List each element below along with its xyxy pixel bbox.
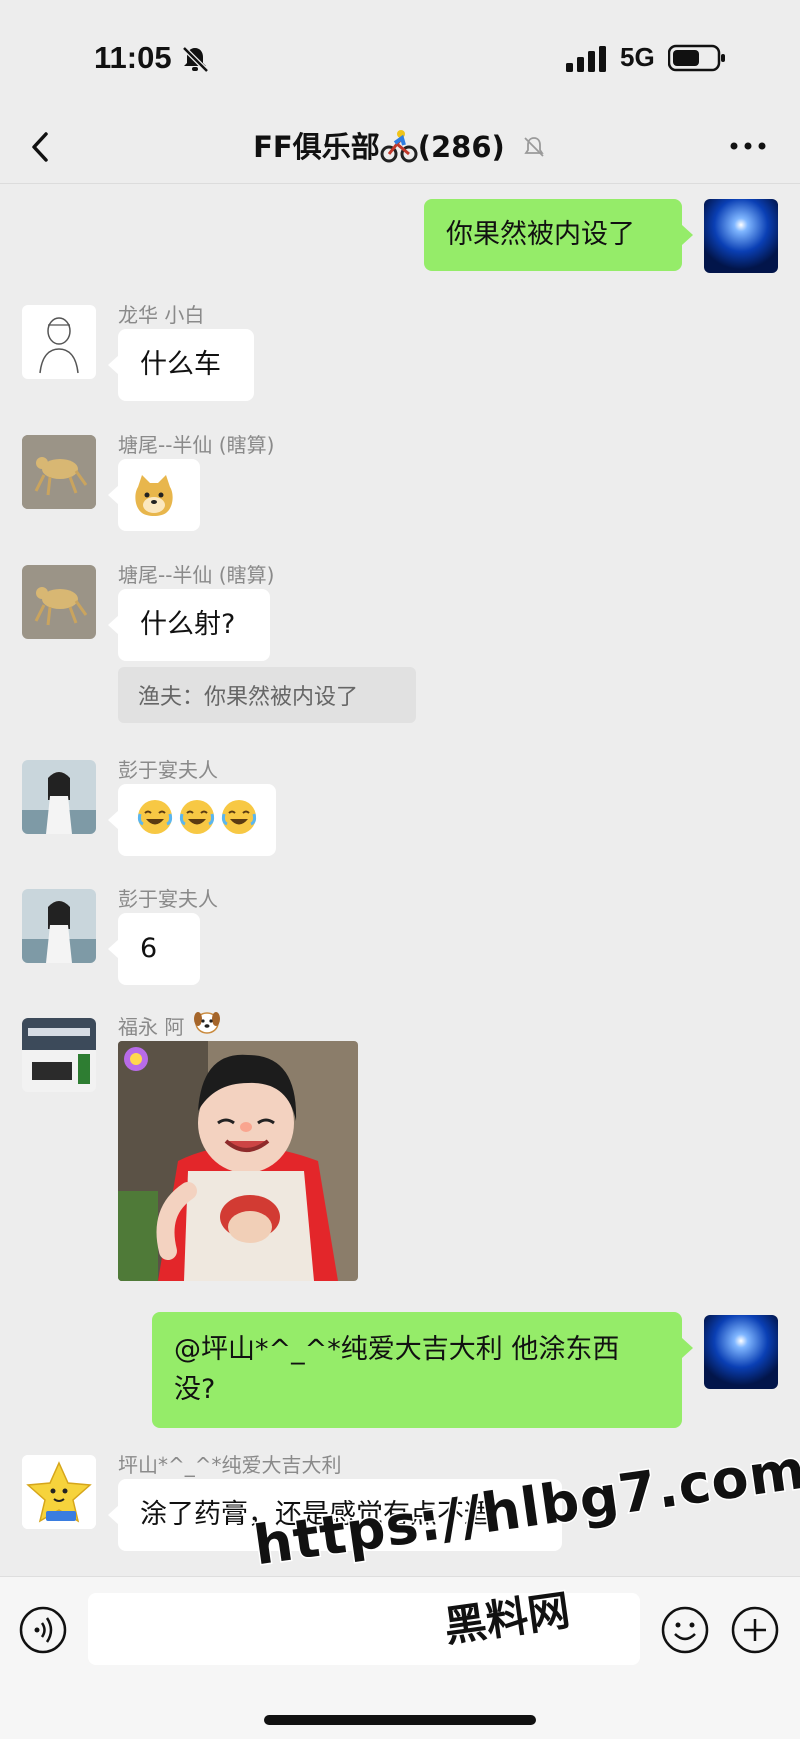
message-bubble[interactable]: 什么车 bbox=[108, 329, 254, 401]
message-text: 什么射? bbox=[140, 609, 236, 640]
sender-name: 坪山*^_^*纯爱大吉大利 bbox=[118, 1453, 342, 1477]
avatar-tangwei[interactable] bbox=[22, 435, 96, 509]
sticker-badge-icon bbox=[124, 1047, 148, 1071]
message-bubble[interactable]: 6 bbox=[108, 913, 200, 985]
voice-icon[interactable] bbox=[18, 1605, 68, 1655]
dog-emoji-icon bbox=[194, 1012, 220, 1034]
message-bubble[interactable] bbox=[108, 459, 200, 531]
quoted-text: 渔夫：你果然被内设了 bbox=[138, 685, 359, 710]
message-text-line: @坪山*^_^*纯爱大吉大利 他涂东西 bbox=[174, 1334, 620, 1365]
emoji-row bbox=[136, 798, 258, 836]
sender-name: 塘尾--半仙 (瞎算) bbox=[118, 563, 275, 587]
group-name: FF俱乐部 bbox=[253, 130, 380, 164]
chat-header: FF俱乐部 (286) bbox=[0, 110, 800, 184]
message-text: 6 bbox=[140, 933, 158, 964]
doge-emoji-icon bbox=[135, 475, 173, 516]
avatar-tangwei[interactable] bbox=[22, 565, 96, 639]
photo-message[interactable] bbox=[118, 1041, 358, 1281]
message-text: 什么车 bbox=[140, 349, 221, 380]
emoji-icon[interactable] bbox=[660, 1605, 710, 1655]
message-bubble[interactable]: 你果然被内设了 bbox=[424, 199, 693, 271]
group-member-count: (286) bbox=[417, 130, 505, 164]
avatar-pengyuyan[interactable] bbox=[22, 760, 96, 834]
sender-name: 彭于宴夫人 bbox=[118, 887, 218, 911]
status-bar: 11:05 5G bbox=[0, 0, 800, 110]
my-avatar[interactable] bbox=[704, 1315, 778, 1389]
my-avatar[interactable] bbox=[704, 199, 778, 273]
laughing-emoji-icon bbox=[221, 800, 257, 834]
message-bubble[interactable] bbox=[108, 784, 276, 856]
laughing-emoji-icon bbox=[137, 800, 173, 834]
message-text-line: 没? bbox=[174, 1374, 216, 1405]
muted-bell-icon bbox=[524, 137, 544, 157]
group-title: FF俱乐部 (286) bbox=[0, 124, 800, 166]
laughing-emoji-icon bbox=[179, 800, 215, 834]
avatar-pingshan[interactable] bbox=[22, 1455, 96, 1529]
quoted-message[interactable]: 渔夫：你果然被内设了 bbox=[118, 667, 416, 723]
sender-name: 福永 阿 bbox=[118, 1015, 185, 1039]
battery-icon bbox=[668, 44, 725, 72]
status-time: 11:05 bbox=[94, 40, 172, 75]
message-text: 你果然被内设了 bbox=[446, 219, 635, 250]
plus-icon[interactable] bbox=[730, 1605, 780, 1655]
sender-name: 彭于宴夫人 bbox=[118, 758, 218, 782]
bell-off-icon bbox=[182, 46, 209, 73]
avatar-pengyuyan[interactable] bbox=[22, 889, 96, 963]
sender-name: 塘尾--半仙 (瞎算) bbox=[118, 433, 275, 457]
network-type: 5G bbox=[620, 42, 655, 72]
message-bubble[interactable]: 什么射? bbox=[108, 589, 270, 661]
avatar-longhua[interactable] bbox=[22, 305, 96, 379]
home-indicator bbox=[264, 1715, 536, 1725]
signal-icon bbox=[566, 46, 606, 72]
avatar-fuyong[interactable] bbox=[22, 1018, 96, 1092]
chat-messages[interactable]: 你果然被内设了 龙华 小白 什么车 塘尾--半仙 (瞎算) 塘尾--半仙 (瞎算… bbox=[0, 185, 800, 1575]
sender-name: 龙华 小白 bbox=[118, 303, 205, 327]
more-options-icon[interactable] bbox=[728, 136, 768, 156]
input-toolbar bbox=[0, 1576, 800, 1739]
cyclist-emoji-icon bbox=[380, 130, 418, 163]
message-bubble[interactable]: @坪山*^_^*纯爱大吉大利 他涂东西 没? bbox=[152, 1312, 693, 1428]
